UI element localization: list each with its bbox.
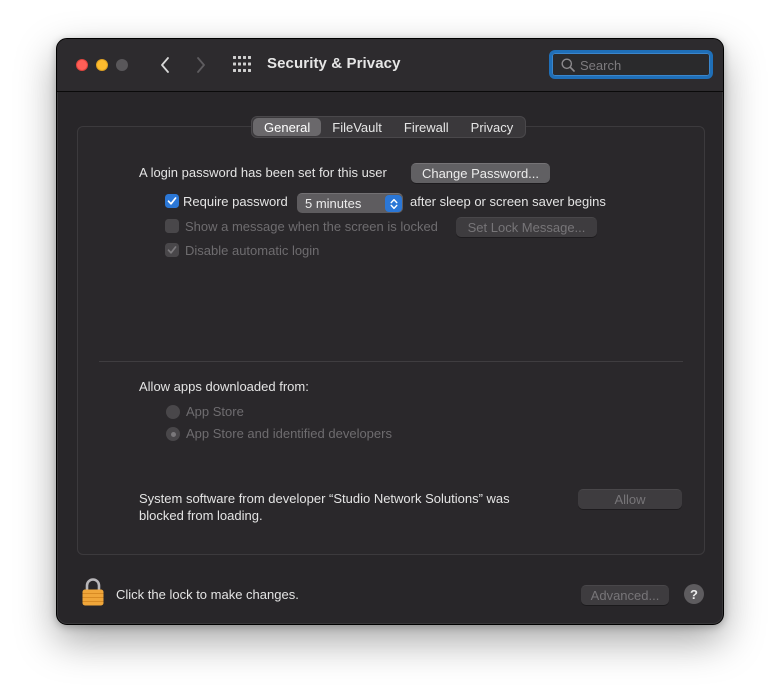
tab-firewall[interactable]: Firewall: [393, 118, 460, 136]
minimize-icon[interactable]: [96, 59, 108, 71]
require-password-delay-value: 5 minutes: [305, 196, 362, 211]
radio-app-store-label: App Store: [186, 404, 244, 419]
blocked-software-line1: System software from developer “Studio N…: [139, 491, 510, 506]
tab-privacy[interactable]: Privacy: [460, 118, 525, 136]
require-password-suffix: after sleep or screen saver begins: [410, 194, 606, 209]
title-bar: Security & Privacy: [57, 39, 723, 92]
security-privacy-window: Security & Privacy General FileVault Fir…: [56, 38, 724, 625]
allow-apps-heading: Allow apps downloaded from:: [139, 379, 309, 394]
grid-icon[interactable]: [233, 56, 251, 72]
require-password-checkbox[interactable]: [165, 194, 179, 208]
radio-identified-developers[interactable]: [166, 427, 180, 441]
radio-selected-dot: [170, 431, 176, 437]
chevron-right-icon: [197, 57, 205, 73]
allow-button[interactable]: Allow: [578, 489, 682, 509]
question-icon[interactable]: ?: [684, 584, 704, 604]
advanced-button[interactable]: Advanced...: [581, 585, 669, 605]
checkmark-icon: [167, 246, 177, 254]
zoom-icon[interactable]: [116, 59, 128, 71]
tab-general[interactable]: General: [253, 118, 322, 136]
chevron-left-icon: [161, 57, 169, 73]
set-lock-message-button[interactable]: Set Lock Message...: [456, 217, 597, 237]
change-password-button[interactable]: Change Password...: [411, 163, 550, 183]
require-password-label: Require password: [183, 194, 288, 209]
search-input[interactable]: [580, 56, 705, 74]
radio-identified-developers-label: App Store and identified developers: [186, 426, 392, 441]
forward-button[interactable]: [190, 54, 212, 76]
radio-app-store[interactable]: [166, 405, 180, 419]
close-icon[interactable]: [76, 59, 88, 71]
show-message-checkbox[interactable]: [165, 219, 179, 233]
login-password-text: A login password has been set for this u…: [139, 165, 387, 180]
back-button[interactable]: [154, 54, 176, 76]
window-title: Security & Privacy: [267, 55, 401, 72]
checkmark-icon: [167, 197, 177, 205]
search-field[interactable]: [549, 50, 713, 79]
tab-filevault[interactable]: FileVault: [321, 118, 393, 136]
disable-auto-login-checkbox[interactable]: [165, 243, 179, 257]
search-icon: [561, 58, 575, 72]
lock-text: Click the lock to make changes.: [116, 587, 299, 602]
section-divider: [99, 361, 683, 362]
tab-bar: General FileVault Firewall Privacy: [251, 116, 527, 138]
disable-auto-login-label: Disable automatic login: [185, 243, 320, 258]
show-message-label: Show a message when the screen is locked: [185, 219, 438, 234]
require-password-delay-popup[interactable]: 5 minutes: [297, 193, 403, 213]
blocked-software-line2: blocked from loading.: [139, 508, 263, 523]
lock-icon[interactable]: [81, 577, 105, 607]
popup-arrows-icon: [385, 195, 402, 212]
